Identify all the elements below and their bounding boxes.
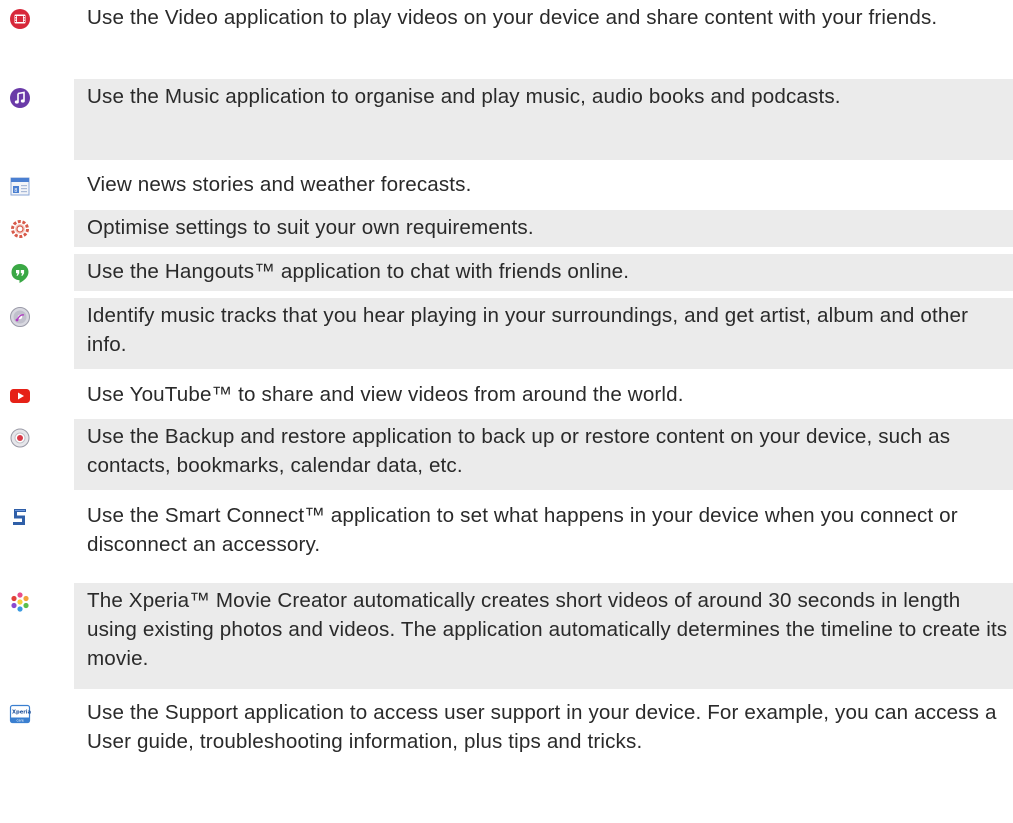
app-description: Use YouTube™ to share and view videos fr… <box>87 383 684 406</box>
app-description: Use the Video application to play videos… <box>87 6 938 29</box>
smart-connect-icon <box>13 509 26 525</box>
app-description: Use the Music application to organise an… <box>74 79 1013 160</box>
list-item-youtube: Use YouTube™ to share and view videos fr… <box>0 377 1013 414</box>
list-item-news-weather: 8 View news stories and weather forecast… <box>0 167 1013 202</box>
movie-creator-icon <box>11 592 29 612</box>
youtube-icon <box>10 389 30 403</box>
video-icon <box>10 9 30 29</box>
list-item-movie-creator: The Xperia™ Movie Creator automatically … <box>0 583 1013 689</box>
list-item-settings: Optimise settings to suit your own requi… <box>0 210 1013 247</box>
list-item-backup-restore: Use the Backup and restore application t… <box>0 419 1013 490</box>
hangouts-icon <box>11 264 29 283</box>
app-description: Use the Backup and restore application t… <box>74 419 1013 490</box>
app-description: Identify music tracks that you hear play… <box>74 298 1013 369</box>
svg-text:Xperia: Xperia <box>12 710 31 716</box>
app-description: View news stories and weather forecasts. <box>87 173 472 196</box>
list-item-hangouts: Use the Hangouts™ application to chat wi… <box>0 254 1013 291</box>
list-item-music: Use the Music application to organise an… <box>0 79 1013 160</box>
app-description: Use the Support application to access us… <box>87 701 997 753</box>
svg-text:care: care <box>17 719 24 723</box>
app-description: Use the Smart Connect™ application to se… <box>87 504 958 556</box>
trackid-icon <box>10 307 30 327</box>
app-description: Optimise settings to suit your own requi… <box>74 210 1013 247</box>
list-item-video: Use the Video application to play videos… <box>0 0 1013 73</box>
list-item-smart-connect: Use the Smart Connect™ application to se… <box>0 498 1013 577</box>
list-item-support: Xperia care Use the Support application … <box>0 695 1013 805</box>
list-item-trackid: Identify music tracks that you hear play… <box>0 298 1013 369</box>
app-description: The Xperia™ Movie Creator automatically … <box>74 583 1013 689</box>
app-description: Use the Hangouts™ application to chat wi… <box>74 254 1013 291</box>
support-icon: Xperia care <box>9 704 31 724</box>
svg-text:8: 8 <box>14 188 17 194</box>
news-weather-icon: 8 <box>10 177 30 196</box>
music-icon <box>10 88 30 108</box>
settings-icon <box>11 220 29 238</box>
backup-restore-icon <box>10 428 30 448</box>
